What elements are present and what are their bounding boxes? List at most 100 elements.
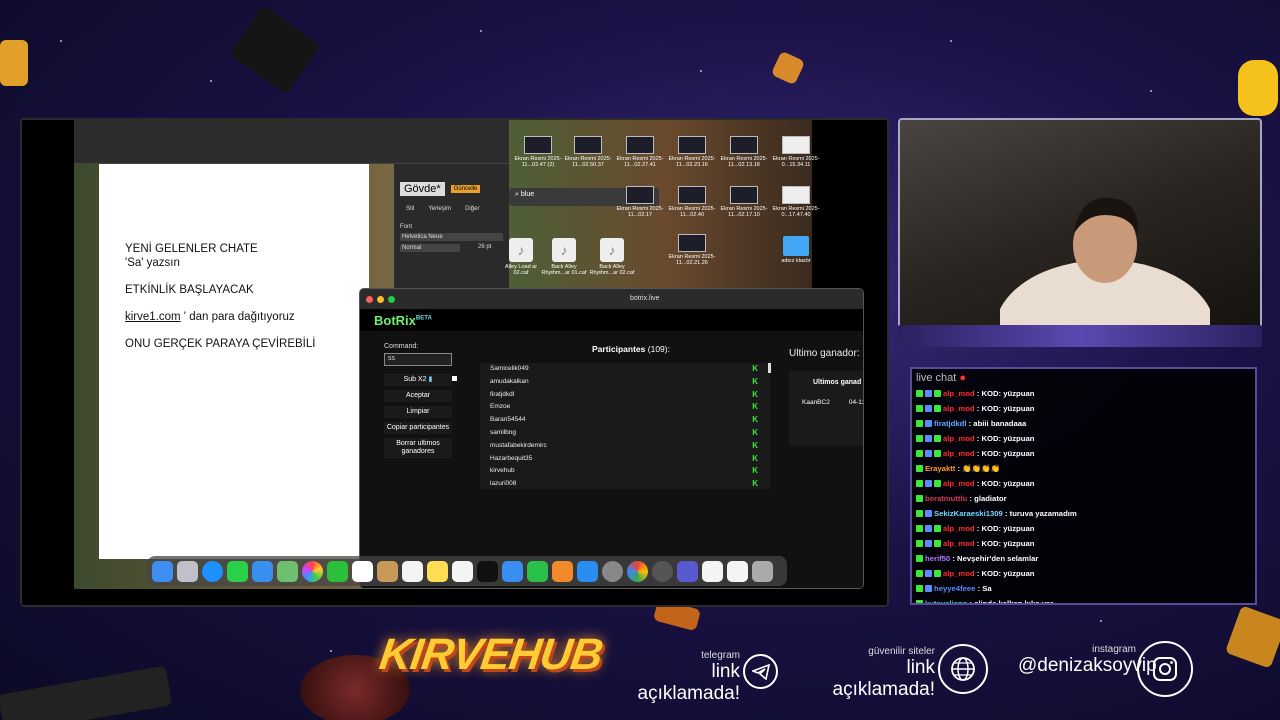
desktop-folder[interactable]: adsız klasör [772,236,820,264]
close-icon[interactable] [366,295,373,303]
clear-winners-button[interactable]: Borrar ultimos ganadores [384,438,452,458]
chat-message: kutayalisnn : elinde kalkan kılıc var [916,596,1251,603]
minimize-icon[interactable] [377,295,384,303]
desktop-file[interactable]: Ekran Resmi 2025-11...02.50.37 [564,136,612,168]
font-weight-select[interactable]: Normal [400,244,460,252]
chat-message: Erayaktt : 👏👏👏👏 [916,461,1251,476]
pages-icon[interactable] [552,560,573,582]
font-select[interactable]: Helvetica Neue [400,233,503,241]
telegram-caption: telegram [701,650,740,661]
sub-x2-toggle[interactable]: Sub X2 ▮ [384,374,452,386]
botrix-logo[interactable]: BotRix [374,313,416,328]
chat-text: : KOD: yüzpuan [976,389,1035,398]
document-icon[interactable] [702,560,723,582]
command-label: Command: [384,343,419,350]
desktop-file[interactable]: Ekran Resmi 2025-11...02.47 (2) [514,136,562,168]
scrollbar-thumb[interactable] [768,363,771,373]
desktop-file[interactable]: Ekran Resmi 2025-11...02.23.16 [668,136,716,168]
tab-style[interactable]: Stil [406,206,414,212]
app-store-icon[interactable] [577,560,598,582]
accept-button[interactable]: Aceptar [384,390,452,402]
chat-message: herif50 : Nevşehir'den selamlar [916,551,1251,566]
preview-icon[interactable] [727,560,748,582]
update-button[interactable]: Güncelle [450,185,481,193]
contacts-icon[interactable] [377,560,398,582]
winner-name: KaanBC2 [802,399,830,406]
launchpad-icon[interactable] [177,560,198,582]
desktop-file[interactable]: Ekran Resmi 2025-11...02.17.10 [720,186,768,218]
chat-username[interactable]: Erayaktt [925,464,955,473]
badge-icon [916,435,923,442]
chat-username[interactable]: SekizKaraeski1309 [934,509,1003,518]
chat-username[interactable]: alp_mod [943,449,975,458]
facetime-icon[interactable] [327,560,348,582]
font-size[interactable]: 26 pt [478,244,491,252]
calendar-icon[interactable] [352,560,373,582]
desktop-file[interactable]: Ekran Resmi 2025-0...17.47.40 [772,186,820,218]
telegram-icon[interactable] [743,654,778,689]
freeform-icon[interactable] [452,560,473,582]
address-bar[interactable]: botrix.live [630,295,660,302]
trash-icon[interactable] [752,560,773,582]
audio-file[interactable]: ♪ Alley Load ar 02.caf [497,238,545,276]
numbers-icon[interactable] [527,560,548,582]
clear-button[interactable]: Limpiar [384,406,452,418]
participant-row: samilbng K [480,427,770,440]
chat-message: firatjdkdl : abiii banadaaa [916,416,1251,431]
desktop-file[interactable]: Ekran Resmi 2025-0...15.34.11 [772,136,820,168]
chat-username[interactable]: alp_mod [943,479,975,488]
maps-icon[interactable] [277,560,298,582]
chat-username[interactable]: kutayalisnn [925,599,967,603]
system-settings-icon[interactable] [602,560,623,582]
chat-username[interactable]: firatjdkdl [934,419,966,428]
chat-username[interactable]: alp_mod [943,539,975,548]
obs-icon[interactable] [652,560,673,582]
audio-file[interactable]: ♪ Back Alley Rhythm...ar 02.caf [588,238,636,276]
paragraph-style[interactable]: Gövde* [400,182,445,196]
messages-icon[interactable] [227,560,248,582]
tv-icon[interactable] [477,560,498,582]
audio-file[interactable]: ♪ Back Alley Rhythm...ar 01.caf [540,238,588,276]
badge-icon [916,495,923,502]
teams-icon[interactable] [677,560,698,582]
participants-list[interactable]: Samicelik049 K amudakalkan K firatjdkdl K E… [480,363,770,489]
notes-icon[interactable] [427,560,448,582]
doc-link[interactable]: kirve1.com [125,311,181,323]
tab-layout[interactable]: Yerleşim [428,206,451,212]
chat-username[interactable]: alp_mod [943,404,975,413]
participant-row: kirvehub K [480,465,770,478]
font-label: Font [400,224,413,230]
mail-icon[interactable] [252,560,273,582]
desktop-file[interactable]: Ekran Resmi 2025-11...02.40 [668,186,716,218]
folder-icon [783,236,809,256]
desktop-file[interactable]: Ekran Resmi 2025-11...02.13.18 [720,136,768,168]
chat-username[interactable]: alp_mod [943,434,975,443]
desktop-file[interactable]: Ekran Resmi 2025-11...02.27.41 [616,136,664,168]
tab-more[interactable]: Diğer [465,206,479,212]
instagram-icon[interactable] [1137,641,1193,697]
chat-username[interactable]: beratmuttlu [925,494,967,503]
globe-icon[interactable] [938,644,988,694]
chrome-icon[interactable] [627,560,648,582]
maximize-icon[interactable] [388,295,395,303]
desktop-file[interactable]: Ekran Resmi 2025-11...02.21.26 [668,234,716,266]
finder-icon[interactable] [152,560,173,582]
safari-icon[interactable] [202,560,223,582]
copy-participants-button[interactable]: Copiar participantes [384,422,452,434]
chat-username[interactable]: herif50 [925,554,950,563]
command-input[interactable]: ss [384,353,452,366]
chat-username[interactable]: alp_mod [943,389,975,398]
reminders-icon[interactable] [402,560,423,582]
chat-username[interactable]: heyye4feee [934,584,975,593]
keynote-icon[interactable] [502,560,523,582]
badge-icon [925,390,932,397]
photos-icon[interactable] [302,560,323,582]
badge-icon [934,480,941,487]
desktop-file[interactable]: Ekran Resmi 2025-11...02.17 [616,186,664,218]
winners-panel: Ultimos ganad KaanBC2 04-12 [789,371,863,446]
sub-x2-checkbox[interactable] [452,376,457,381]
chat-text: : KOD: yüzpuan [976,404,1035,413]
pages-document[interactable]: YENİ GELENLER CHATE 'Sa' yazsın ETKİNLİK … [99,164,369,559]
chat-username[interactable]: alp_mod [943,524,975,533]
chat-username[interactable]: alp_mod [943,569,975,578]
